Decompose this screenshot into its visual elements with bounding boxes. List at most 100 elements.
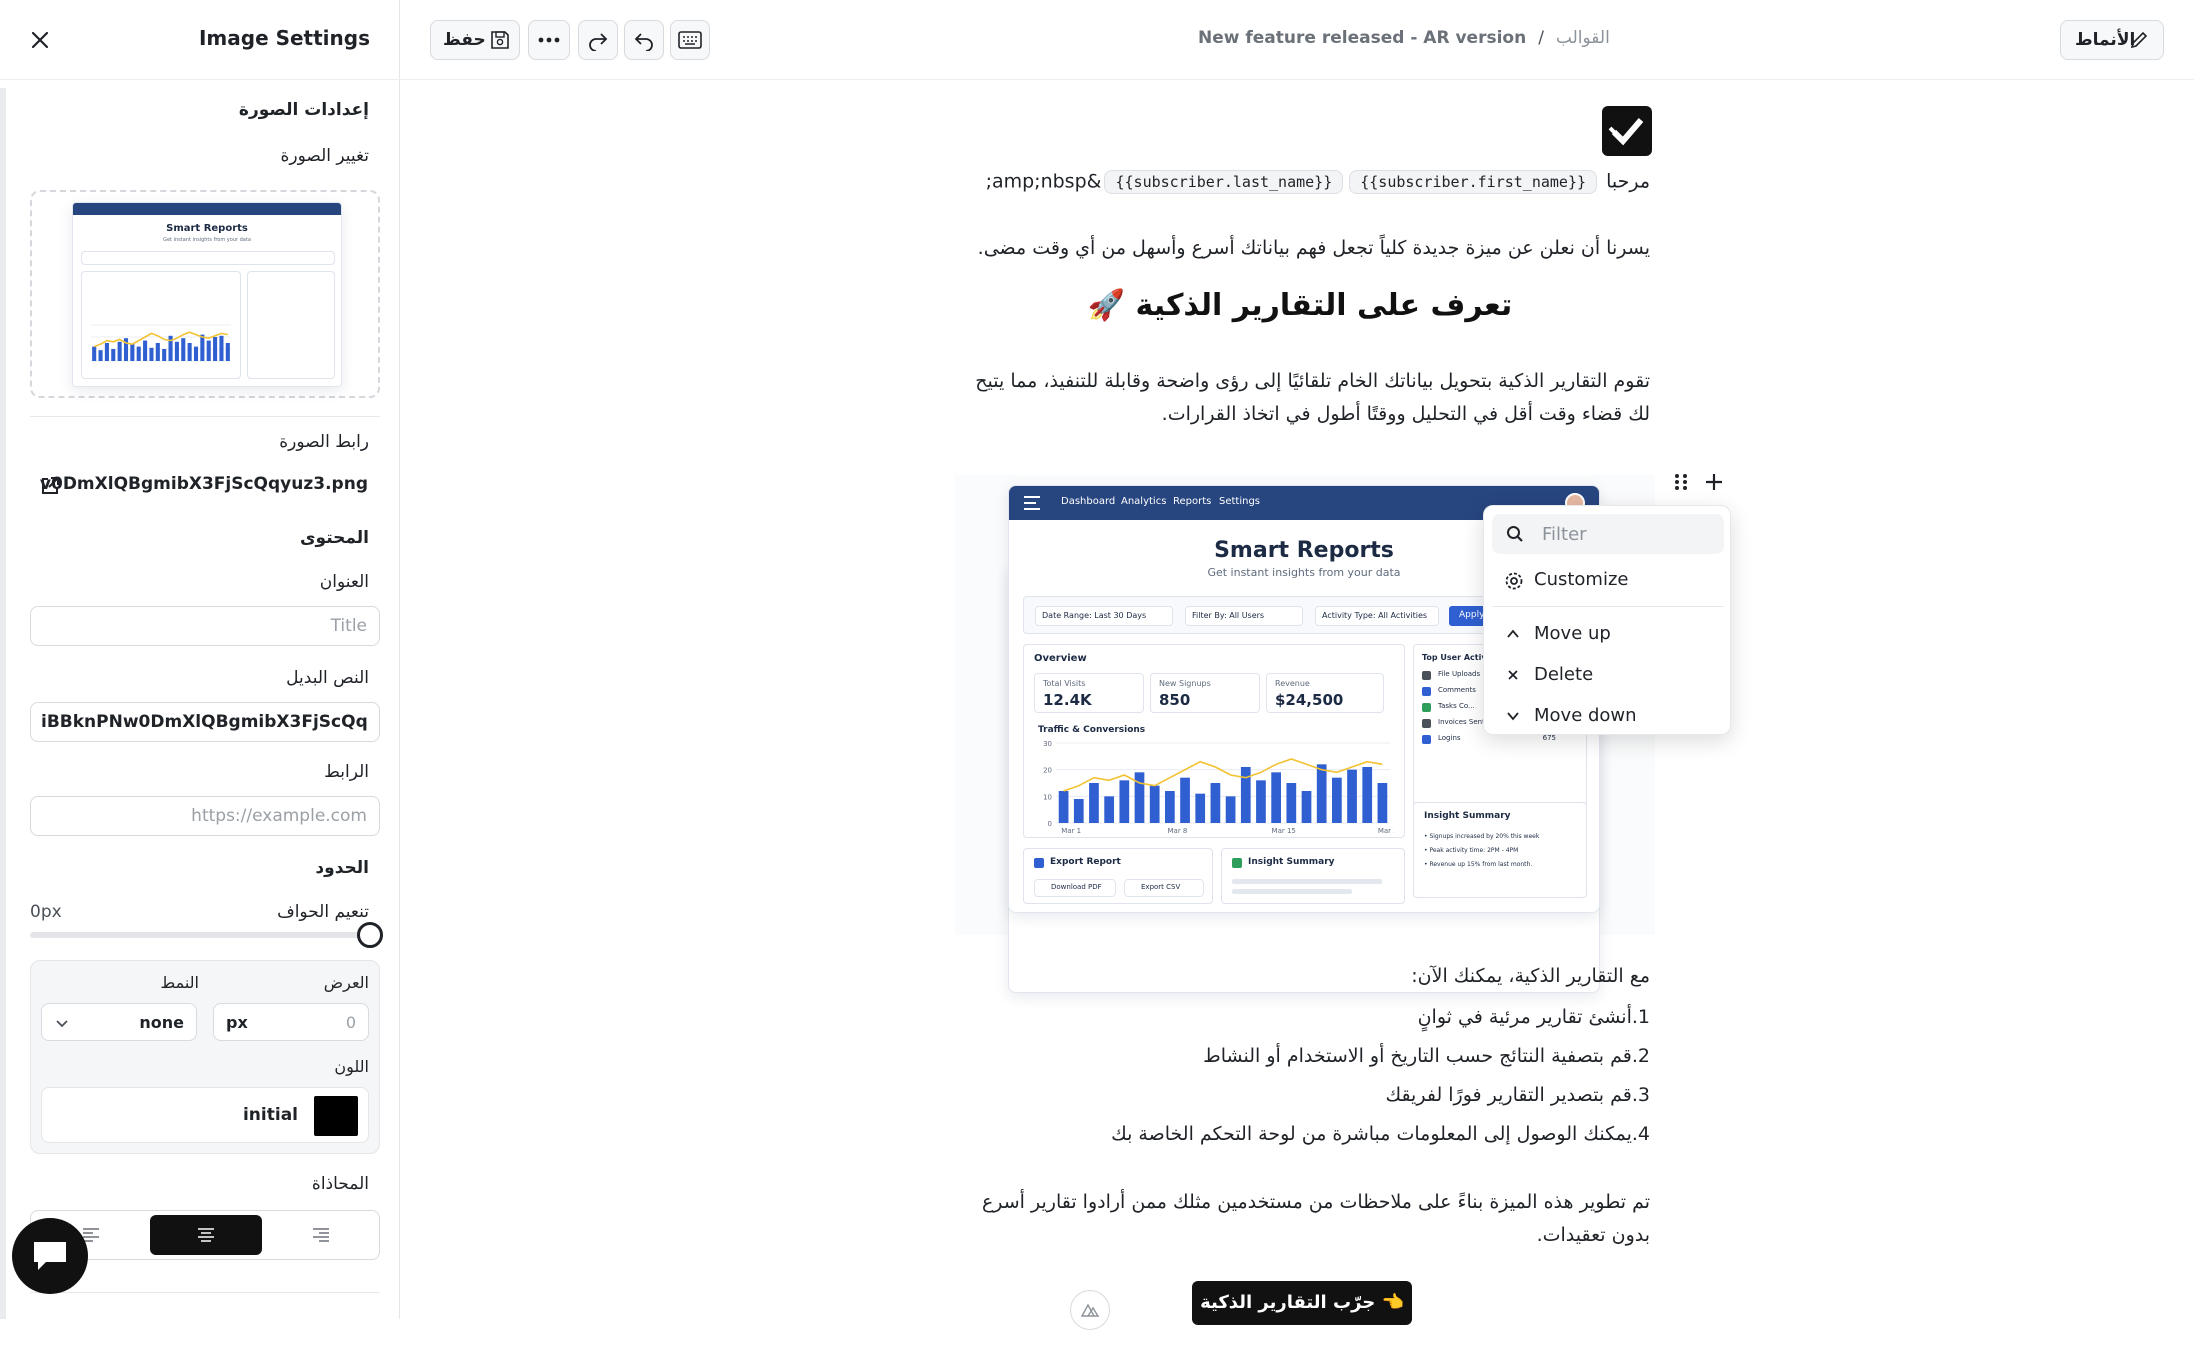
chart-bar [1119, 780, 1130, 823]
thumb-chart [91, 324, 231, 362]
radius-value: 0px [30, 902, 62, 922]
chart-bar [1104, 796, 1114, 823]
insight-summary-title: Insight Summary [1424, 811, 1511, 821]
stat-label: Total Visits [1043, 679, 1086, 688]
undo-button[interactable] [624, 20, 664, 60]
menu-item-label: Move down [1534, 705, 1637, 726]
filter-placeholder: Filter [1542, 524, 1587, 545]
title-placeholder: Title [330, 616, 367, 636]
chart-bar [98, 350, 103, 361]
scroll-indicator[interactable] [1070, 1290, 1110, 1330]
border-color-picker[interactable]: initial [41, 1087, 369, 1143]
stat-label: New Signups [1159, 679, 1211, 688]
radius-slider[interactable] [30, 932, 370, 938]
insight-item: • Signups increased by 20% this week [1424, 833, 1540, 840]
link-input[interactable]: https://example.com [30, 796, 380, 836]
activity-icon [1422, 719, 1431, 728]
checkmark-logo [1602, 106, 1652, 156]
menu-item-label: Delete [1534, 664, 1594, 685]
x-tick-label: Mar 8 [1168, 827, 1188, 835]
chart-bar [174, 341, 179, 361]
color-swatch[interactable] [314, 1096, 358, 1136]
first-name-variable[interactable]: {{subscriber.first_name}} [1349, 170, 1598, 194]
menu-item-customize[interactable]: Customize [1492, 562, 1724, 598]
menu-item-delete[interactable]: Delete [1492, 657, 1724, 693]
undo-icon [634, 33, 653, 51]
try-smart-reports-button[interactable]: 👈 جرّب التقارير الذكية الآن [1192, 1281, 1412, 1357]
menu-item-move-up[interactable]: Move up [1492, 616, 1724, 652]
check-icon [1232, 858, 1242, 868]
activity-name: File Uploads [1438, 670, 1481, 678]
pencil-icon [2130, 31, 2148, 49]
color-value: initial [242, 1105, 298, 1125]
image-settings-panel: Image Settings إعدادات الصورة تغيير الصو… [0, 0, 400, 1319]
chart-bar [149, 347, 154, 361]
chart-bar [225, 343, 230, 361]
traffic-title: Traffic & Conversions [1038, 725, 1146, 735]
panel-header: Image Settings [0, 0, 400, 80]
sidebar-scrollbar[interactable] [0, 88, 6, 1319]
editor-toolbar: حفظ New feature released - AR version / ال… [400, 0, 2194, 80]
breadcrumb-templates-link[interactable]: القوالب [1556, 28, 1610, 48]
nav-analytics: Analytics [1121, 496, 1167, 507]
redo-button[interactable] [578, 20, 618, 60]
border-width-input[interactable]: 0 px [213, 1003, 369, 1041]
activity-icon [1422, 735, 1431, 744]
image-preview-dropzone[interactable]: Smart Reports Get instant insights from … [30, 190, 380, 398]
list-item: 2.قم بتصفية النتائج حسب التاريخ أو الاست… [1203, 1045, 1650, 1067]
title-input[interactable]: Title [30, 606, 380, 646]
radius-label: تنعيم الحواف [277, 902, 369, 922]
last-name-variable[interactable]: {{subscriber.last_name}} [1104, 170, 1344, 194]
alt-text-input[interactable]: iBBknPNw0DmXlQBgmibX3FjScQqyuz3 [30, 702, 380, 742]
more-options-button[interactable] [528, 20, 570, 60]
align-center-button[interactable] [150, 1215, 262, 1255]
keyboard-shortcuts-button[interactable] [670, 20, 710, 60]
y-tick-label: 10 [1043, 793, 1052, 801]
title-label: العنوان [319, 572, 369, 592]
list-item: 4.يمكنك الوصول إلى المعلومات مباشرة من ل… [1111, 1123, 1650, 1145]
search-icon [1507, 526, 1523, 542]
chart-bar [1332, 777, 1342, 823]
drag-handle[interactable] [1670, 470, 1692, 494]
stat-label: Revenue [1275, 679, 1310, 688]
save-button[interactable]: حفظ [430, 20, 520, 60]
align-center-icon [198, 1228, 214, 1242]
chevron-up-icon [1507, 629, 1519, 638]
menu-item-label: Move up [1534, 623, 1611, 644]
chart-bar [1149, 785, 1160, 823]
chart-bar [1058, 791, 1069, 823]
menu-item-move-down[interactable]: Move down [1492, 698, 1724, 734]
align-right-button[interactable] [265, 1215, 377, 1255]
activity-icon [1422, 687, 1431, 696]
menu-item-label: Customize [1534, 569, 1629, 590]
color-label: اللون [334, 1057, 369, 1076]
y-tick-label: 30 [1043, 740, 1052, 748]
chart-bar [213, 337, 218, 361]
menu-icon [1024, 496, 1040, 510]
section-borders: الحدود [315, 858, 369, 878]
chart-bar [1347, 769, 1357, 823]
greeting-text: مرحبا [1606, 170, 1650, 193]
activity-value: 675 [1542, 734, 1556, 742]
list-item: 1.أنشئ تقارير مرئية في ثوانٍ [1417, 1006, 1650, 1028]
chart-bar [136, 346, 141, 361]
border-style-select[interactable]: none [41, 1003, 197, 1041]
width-label: العرض [323, 973, 369, 992]
breadcrumb: New feature released - AR version / القوال… [1198, 28, 1610, 48]
chart-bar [1286, 783, 1297, 823]
stat-value: $24,500 [1275, 691, 1344, 709]
change-image-label: تغيير الصورة [280, 146, 369, 166]
menu-filter-input[interactable]: Filter [1492, 514, 1724, 554]
filter-date-text: Date Range: Last 30 Days [1042, 611, 1147, 620]
chart-bar [111, 349, 116, 361]
chart-bar [1301, 791, 1312, 823]
checkbox-icon [1034, 858, 1044, 868]
radius-slider-thumb[interactable] [357, 922, 383, 948]
redo-icon [589, 33, 608, 51]
nav-reports: Reports [1173, 496, 1212, 507]
chart-bar [1165, 791, 1175, 823]
close-button[interactable] [26, 26, 54, 54]
add-block-button[interactable] [1700, 468, 1728, 496]
chat-widget-button[interactable] [12, 1218, 88, 1294]
styles-button[interactable]: الأنماط [2060, 20, 2164, 60]
